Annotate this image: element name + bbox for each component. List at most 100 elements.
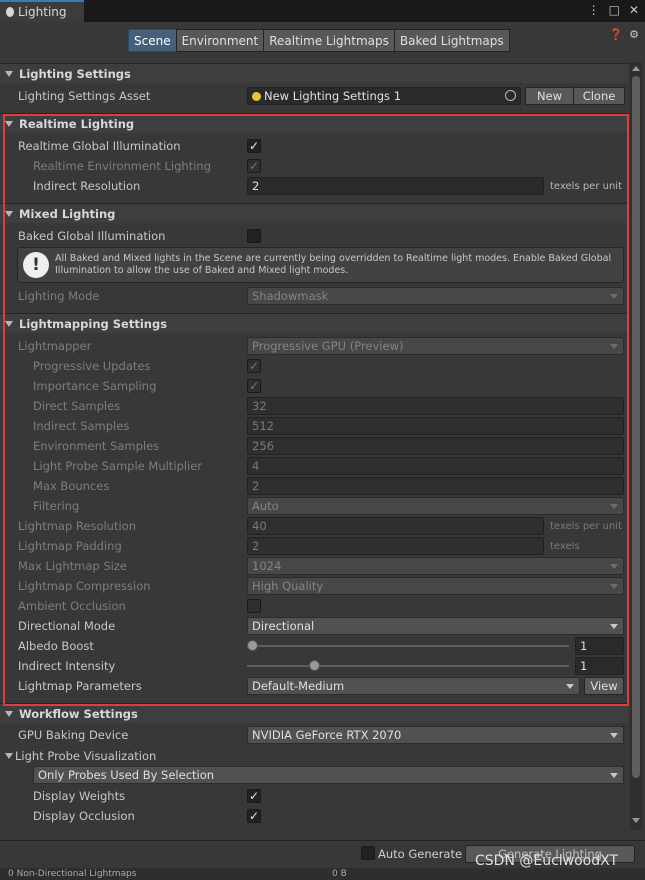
scroll-down-arrow-icon[interactable] [632,818,640,823]
section-mixed-lighting[interactable]: Mixed Lighting [0,203,628,223]
probe-visualization-row[interactable]: Light Probe Visualization [0,746,628,766]
dropdown-arrow-icon [610,733,618,738]
filtering-dropdown: Auto [247,497,624,515]
tab-realtime-lightmaps[interactable]: Realtime Lightmaps [263,29,395,52]
lightmap-parameters-row: Lightmap Parameters Default-Medium View [0,676,628,696]
directional-mode-value: Directional [252,619,315,633]
indirect-samples-label: Indirect Samples [33,419,130,433]
indirect-intensity-field[interactable]: 1 [575,657,624,675]
indirect-intensity-slider[interactable] [247,665,569,667]
ambient-occlusion-row: Ambient Occlusion [0,596,628,616]
max-bounces-label: Max Bounces [33,479,110,493]
tab-environment[interactable]: Environment [175,29,265,52]
environment-samples-row: Environment Samples 256 [0,436,628,456]
view-button[interactable]: View [584,677,624,695]
more-options-icon[interactable]: ⋮ [588,3,600,17]
section-lightmapping-settings[interactable]: Lightmapping Settings [0,313,628,333]
lightmapper-value: Progressive GPU (Preview) [252,339,404,353]
environment-samples-field: 256 [247,437,624,455]
foldout-arrow-icon [5,121,13,127]
asset-label: Lighting Settings Asset [18,89,151,103]
lightmap-resolution-row: Lightmap Resolution 40 texels per unit [0,516,628,536]
close-icon[interactable]: ✕ [629,3,639,17]
tab-scene[interactable]: Scene [128,29,177,52]
display-weights-checkbox[interactable]: ✓ [247,789,261,803]
asset-value: New Lighting Settings 1 [264,89,402,103]
directional-mode-row: Directional Mode Directional [0,616,628,636]
dropdown-arrow-icon [610,344,618,349]
directional-mode-label: Directional Mode [18,619,116,633]
direct-samples-field: 32 [247,397,624,415]
settings-gear-icon[interactable]: ⚙ [629,28,639,41]
albedo-boost-field[interactable]: 1 [575,637,624,655]
section-title: Workflow Settings [19,706,138,721]
maximize-icon[interactable]: □ [609,3,620,17]
display-occlusion-checkbox[interactable]: ✓ [247,809,261,823]
probe-visualization-value: Only Probes Used By Selection [38,768,215,782]
gpu-device-label: GPU Baking Device [18,728,129,742]
status-bar: 0 Non-Directional Lightmaps 0 B [0,868,645,880]
indirect-intensity-slider-knob[interactable] [309,660,321,671]
display-occlusion-label: Display Occlusion [33,809,135,823]
tab-baked-lightmaps[interactable]: Baked Lightmaps [393,29,510,52]
gpu-device-dropdown[interactable]: NVIDIA GeForce RTX 2070 [247,726,624,744]
dropdown-arrow-icon [610,294,618,299]
max-bounces-row: Max Bounces 2 [0,476,628,496]
foldout-arrow-icon [5,321,13,327]
lightmap-compression-row: Lightmap Compression High Quality [0,576,628,596]
lighting-settings-asset-row: Lighting Settings Asset New Lighting Set… [0,86,628,106]
gpu-device-row: GPU Baking Device NVIDIA GeForce RTX 207… [0,725,628,745]
object-picker-icon[interactable] [505,90,516,101]
lightmap-resolution-label: Lightmap Resolution [18,519,136,533]
indirect-resolution-field[interactable]: 2 [247,177,544,195]
section-workflow-settings[interactable]: Workflow Settings [0,703,628,723]
help-icons: ❓ ⚙ [609,28,639,41]
warning-box: ! All Baked and Mixed lights in the Scen… [17,247,624,283]
new-button[interactable]: New [525,87,574,105]
auto-generate-checkbox[interactable] [361,846,375,860]
albedo-boost-slider-knob[interactable] [247,640,258,651]
foldout-arrow-icon [5,753,13,759]
dropdown-arrow-icon [610,624,618,629]
direct-samples-row: Direct Samples 32 [0,396,628,416]
clone-button[interactable]: Clone [573,87,625,105]
realtime-gi-label: Realtime Global Illumination [18,139,181,153]
help-icon[interactable]: ❓ [609,28,623,41]
realtime-gi-checkbox[interactable]: ✓ [247,139,261,153]
progressive-updates-row: Progressive Updates ✓ [0,356,628,376]
dropdown-arrow-icon [610,564,618,569]
lightmap-size-text: 0 B [332,869,347,879]
dropdown-arrow-icon [566,684,574,689]
gpu-device-value: NVIDIA GeForce RTX 2070 [252,728,402,742]
section-title: Lightmapping Settings [19,316,168,331]
directional-mode-dropdown[interactable]: Directional [247,617,624,635]
foldout-arrow-icon [5,711,13,717]
environment-samples-label: Environment Samples [33,439,160,453]
section-title: Realtime Lighting [19,116,135,131]
indirect-resolution-unit: texels per unit [550,180,622,192]
probe-visualization-dropdown[interactable]: Only Probes Used By Selection [33,766,624,784]
lighting-mode-dropdown: Shadowmask [247,287,624,305]
asset-object-field[interactable]: New Lighting Settings 1 [247,87,521,105]
baked-gi-checkbox[interactable] [247,229,261,243]
scrollbar-thumb[interactable] [632,76,640,778]
indirect-intensity-label: Indirect Intensity [18,659,116,673]
lightmap-parameters-value: Default-Medium [252,679,345,693]
watermark-text: CSDN @EuclwoodXT [475,853,619,869]
lightmap-compression-label: Lightmap Compression [18,579,151,593]
warning-icon: ! [23,252,49,278]
max-lightmap-size-label: Max Lightmap Size [18,559,127,573]
lightmap-parameters-dropdown[interactable]: Default-Medium [247,677,580,695]
section-realtime-lighting[interactable]: Realtime Lighting [0,113,628,133]
lightmap-padding-field: 2 [247,537,544,555]
indirect-intensity-row: Indirect Intensity 1 [0,656,628,676]
lighting-window-tab[interactable]: Lighting [0,0,84,22]
lightmap-padding-unit: texels [550,540,580,552]
albedo-boost-slider[interactable] [247,645,569,647]
section-title: Mixed Lighting [19,206,116,221]
section-lighting-settings[interactable]: Lighting Settings [0,63,628,83]
realtime-env-row: Realtime Environment Lighting ✓ [0,156,628,176]
warning-text: All Baked and Mixed lights in the Scene … [55,253,612,276]
scroll-up-arrow-icon[interactable] [632,66,640,71]
lighting-asset-icon [252,91,261,101]
